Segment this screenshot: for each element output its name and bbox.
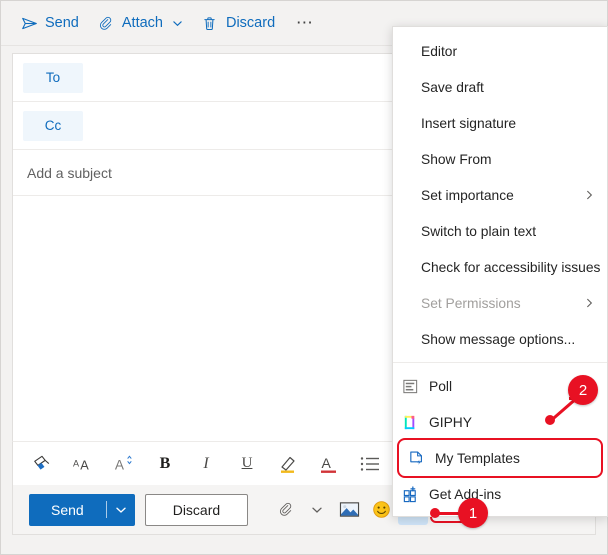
attach-command[interactable]: Attach — [88, 7, 192, 39]
menu-item-label: Set importance — [421, 188, 514, 203]
font-grow-icon[interactable]: A — [111, 450, 137, 478]
menu-item-label: GIPHY — [429, 415, 472, 430]
menu-item-set-importance[interactable]: Set importance — [393, 177, 607, 213]
callout-2-badge: 2 — [568, 375, 598, 405]
menu-item-label: My Templates — [435, 451, 520, 466]
templates-icon — [406, 448, 426, 468]
to-button[interactable]: To — [23, 63, 83, 93]
discard-button[interactable]: Discard — [145, 494, 248, 526]
send-options-chevron-icon[interactable] — [107, 494, 135, 526]
menu-item-check-for-accessibility-issues[interactable]: Check for accessibility issues — [393, 249, 607, 285]
menu-item-label: Insert signature — [421, 116, 516, 131]
bold-icon[interactable]: B — [152, 450, 178, 478]
add-ins-icon — [400, 484, 420, 504]
italic-icon[interactable]: I — [193, 450, 219, 478]
cc-button[interactable]: Cc — [23, 111, 83, 141]
poll-icon — [400, 376, 420, 396]
menu-item-save-draft[interactable]: Save draft — [393, 69, 607, 105]
menu-item-editor[interactable]: Editor — [393, 33, 607, 69]
menu-item-label: Poll — [429, 379, 452, 394]
svg-text:A: A — [115, 457, 125, 472]
paperclip-icon — [97, 14, 115, 32]
menu-item-get-add-ins[interactable]: Get Add-ins — [393, 476, 607, 512]
menu-item-label: Show From — [421, 152, 492, 167]
outlook-compose-window: Send Attach Discard ⋯ To — [0, 0, 608, 555]
giphy-icon — [400, 412, 420, 432]
send-paperplane-icon — [20, 14, 38, 32]
discard-command-label: Discard — [226, 15, 275, 31]
menu-separator — [393, 362, 607, 363]
send-split-button[interactable]: Send — [29, 494, 135, 526]
highlight-icon[interactable] — [275, 450, 301, 478]
menu-item-label: Set Permissions — [421, 296, 521, 311]
attach-icon[interactable] — [270, 495, 300, 525]
menu-item-show-message-options[interactable]: Show message options... — [393, 321, 607, 357]
attach-command-label: Attach — [122, 15, 163, 31]
menu-item-giphy[interactable]: GIPHY — [393, 404, 607, 440]
menu-item-set-permissions: Set Permissions — [393, 285, 607, 321]
menu-item-show-from[interactable]: Show From — [393, 141, 607, 177]
send-command-label: Send — [45, 15, 79, 31]
underline-icon[interactable]: U — [234, 450, 260, 478]
font-color-icon[interactable]: A — [316, 450, 342, 478]
font-size-icon[interactable]: A A — [70, 450, 96, 478]
svg-text:A: A — [73, 458, 80, 468]
menu-item-switch-to-plain-text[interactable]: Switch to plain text — [393, 213, 607, 249]
menu-item-my-templates[interactable]: My Templates — [399, 440, 601, 476]
callout-1-badge: 1 — [458, 498, 488, 528]
format-painter-icon[interactable] — [29, 450, 55, 478]
callout-1-dot — [430, 508, 440, 518]
discard-command[interactable]: Discard — [192, 7, 284, 39]
send-button[interactable]: Send — [29, 494, 106, 526]
menu-item-label: Switch to plain text — [421, 224, 536, 239]
menu-item-insert-signature[interactable]: Insert signature — [393, 105, 607, 141]
menu-item-label: Editor — [421, 44, 457, 59]
callout-2-dot — [545, 415, 555, 425]
menu-item-label: Check for accessibility issues — [421, 260, 600, 275]
chevron-right-icon — [584, 190, 595, 201]
attach-chevron-down-icon[interactable] — [302, 495, 332, 525]
send-command[interactable]: Send — [11, 7, 88, 39]
trash-icon — [201, 14, 219, 32]
menu-item-label: Show message options... — [421, 332, 575, 347]
svg-text:A: A — [322, 455, 332, 471]
bulleted-list-icon[interactable] — [357, 450, 383, 478]
svg-text:A: A — [80, 457, 89, 472]
chevron-right-icon — [584, 298, 595, 309]
chevron-down-icon — [172, 18, 183, 29]
menu-item-label: Save draft — [421, 80, 484, 95]
topbar-more-button[interactable]: ⋯ — [290, 8, 320, 38]
more-options-menu: Editor Save draft Insert signature Show Fro… — [392, 26, 608, 517]
insert-picture-icon[interactable] — [334, 495, 364, 525]
